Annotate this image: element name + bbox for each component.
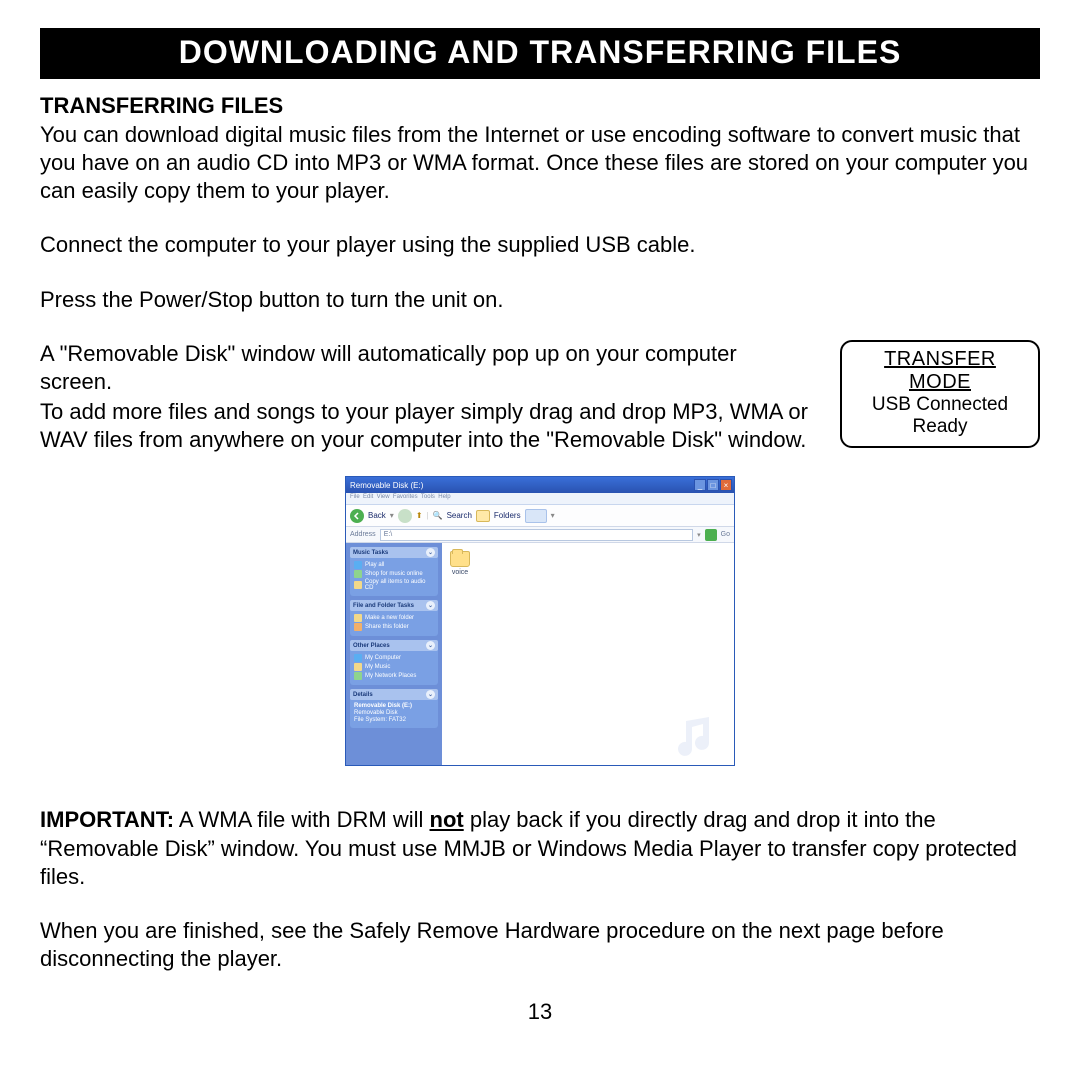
- device-line2: USB Connected: [856, 394, 1024, 416]
- go-label: Go: [721, 531, 730, 538]
- explorer-screenshot: Removable Disk (E:) _ □ × File Edit View…: [40, 476, 1040, 766]
- address-label: Address: [350, 531, 376, 538]
- folder-icon[interactable]: [450, 551, 470, 567]
- device-screen: TRANSFER MODE USB Connected Ready: [840, 340, 1040, 448]
- dragndrop-paragraph: To add more files and songs to your play…: [40, 398, 810, 454]
- search-label: Search: [447, 511, 472, 520]
- views-icon[interactable]: [525, 509, 547, 523]
- search-icon[interactable]: 🔍: [433, 511, 443, 520]
- play-icon: [354, 561, 362, 569]
- maximize-icon[interactable]: □: [707, 479, 719, 491]
- important-not: not: [430, 807, 464, 832]
- xp-toolbar: Back ▾ ⬆ | 🔍 Search Folders ▾: [346, 505, 734, 527]
- intro-paragraph: You can download digital music files fro…: [40, 121, 1040, 205]
- music-watermark-icon: [674, 709, 724, 759]
- xp-menubar: File Edit View Favorites Tools Help: [346, 493, 734, 505]
- folder-label: voice: [452, 569, 468, 576]
- panel-music-tasks: Music Tasks⌄ Play all Shop for music onl…: [350, 547, 438, 596]
- share-icon: [354, 623, 362, 631]
- shop-icon: [354, 570, 362, 578]
- popup-paragraph: A "Removable Disk" window will automatic…: [40, 340, 810, 396]
- xp-title-text: Removable Disk (E:): [350, 481, 423, 490]
- xp-titlebar: Removable Disk (E:) _ □ ×: [346, 477, 734, 493]
- go-icon[interactable]: [705, 529, 717, 541]
- back-label: Back: [368, 511, 386, 520]
- xp-addressbar: Address E:\ ▾ Go: [346, 527, 734, 543]
- back-icon[interactable]: [350, 509, 364, 523]
- important-note: IMPORTANT: A WMA file with DRM will not …: [40, 806, 1040, 890]
- page-number: 13: [40, 999, 1040, 1025]
- burn-icon: [354, 581, 362, 589]
- address-field[interactable]: E:\: [380, 529, 693, 541]
- xp-window: Removable Disk (E:) _ □ × File Edit View…: [345, 476, 735, 766]
- panel-other-places: Other Places⌄ My Computer My Music My Ne…: [350, 640, 438, 685]
- network-icon: [354, 672, 362, 680]
- panel-details: Details⌄ Removable Disk (E:) Removable D…: [350, 689, 438, 728]
- mymusic-icon: [354, 663, 362, 671]
- important-prefix: IMPORTANT:: [40, 807, 174, 832]
- device-line1: TRANSFER MODE: [856, 348, 1024, 394]
- minimize-icon[interactable]: _: [694, 479, 706, 491]
- mycomputer-icon: [354, 654, 362, 662]
- chevron-icon[interactable]: ⌄: [426, 601, 435, 610]
- finish-paragraph: When you are finished, see the Safely Re…: [40, 917, 1040, 973]
- newfolder-icon: [354, 614, 362, 622]
- power-paragraph: Press the Power/Stop button to turn the …: [40, 286, 1040, 314]
- connect-paragraph: Connect the computer to your player usin…: [40, 231, 1040, 259]
- device-line3: Ready: [856, 416, 1024, 438]
- xp-sidebar: Music Tasks⌄ Play all Shop for music onl…: [346, 543, 442, 765]
- panel-file-folder: File and Folder Tasks⌄ Make a new folder…: [350, 600, 438, 636]
- close-icon[interactable]: ×: [720, 479, 732, 491]
- page-title-bar: DOWNLOADING AND TRANSFERRING FILES: [40, 28, 1040, 79]
- forward-icon[interactable]: [398, 509, 412, 523]
- folders-label: Folders: [494, 511, 521, 520]
- up-icon[interactable]: ⬆: [416, 511, 423, 520]
- chevron-icon[interactable]: ⌄: [426, 690, 435, 699]
- chevron-icon[interactable]: ⌄: [426, 548, 435, 557]
- chevron-icon[interactable]: ⌄: [426, 641, 435, 650]
- xp-main-pane[interactable]: voice: [442, 543, 734, 765]
- subheading: TRANSFERRING FILES: [40, 93, 1040, 119]
- folders-icon[interactable]: [476, 510, 490, 522]
